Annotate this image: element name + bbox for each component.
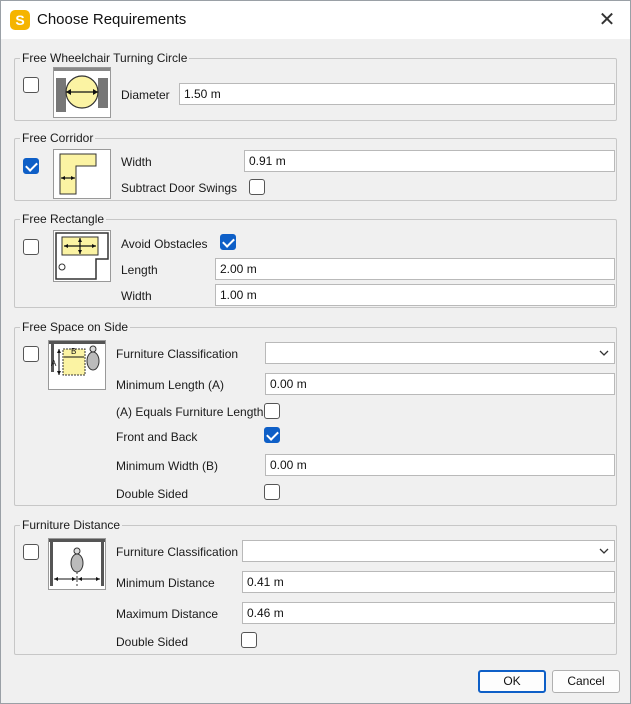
avoid-obstacles-label: Avoid Obstacles [121,237,208,251]
side-space-illustration: A B [48,340,106,390]
max-distance-input[interactable]: 0.46 m [242,602,615,624]
rectangle-enable-checkbox[interactable] [23,239,39,255]
distance-enable-checkbox[interactable] [23,544,39,560]
rectangle-width-label: Width [121,289,152,303]
diameter-input[interactable]: 1.50 m [179,83,615,105]
equals-furniture-length-checkbox[interactable] [264,403,280,419]
corridor-width-input[interactable]: 0.91 m [244,150,615,172]
title-bar: S Choose Requirements ✕ [1,1,630,39]
group-legend-side: Free Space on Side [20,320,131,334]
side-furniture-classification-label: Furniture Classification [116,347,239,361]
group-legend-distance: Furniture Distance [20,518,123,532]
distance-furniture-classification-label: Furniture Classification [116,545,239,559]
side-illus-a-label: A [51,359,57,368]
group-free-space-side: Free Space on Side A B Furniture Classif… [14,320,617,506]
min-distance-label: Minimum Distance [116,576,215,590]
group-legend-wheelchair: Free Wheelchair Turning Circle [20,51,190,65]
side-min-width-input[interactable]: 0.00 m [265,454,615,476]
side-double-sided-label: Double Sided [116,487,189,501]
group-legend-corridor: Free Corridor [20,131,96,145]
front-and-back-label: Front and Back [116,430,198,444]
subtract-door-swings-label: Subtract Door Swings [121,181,238,195]
side-min-length-input[interactable]: 0.00 m [265,373,615,395]
dialog-title: Choose Requirements [37,11,187,28]
choose-requirements-dialog: S Choose Requirements ✕ Free Wheelchair … [0,0,631,704]
chevron-down-icon [598,346,610,363]
cancel-button[interactable]: Cancel [552,670,620,693]
group-free-corridor: Free Corridor Width 0.91 m Subtract Door… [14,131,617,201]
corridor-enable-checkbox[interactable] [23,158,39,174]
distance-double-sided-checkbox[interactable] [241,632,257,648]
rectangle-length-label: Length [121,263,158,277]
chevron-down-icon [598,544,610,561]
corridor-width-label: Width [121,155,152,169]
avoid-obstacles-checkbox[interactable] [220,234,236,250]
rectangle-length-input[interactable]: 2.00 m [215,258,615,280]
side-enable-checkbox[interactable] [23,346,39,362]
diameter-label: Diameter [121,88,170,102]
side-illus-b-label: B [71,347,76,356]
close-button[interactable]: ✕ [592,6,622,34]
wheelchair-enable-checkbox[interactable] [23,77,39,93]
equals-furniture-length-label: (A) Equals Furniture Length [116,405,264,419]
distance-double-sided-label: Double Sided [116,635,189,649]
group-free-rectangle: Free Rectangle Avoid Obstacles Length 2.… [14,212,617,308]
side-min-width-label: Minimum Width (B) [116,459,219,473]
group-wheelchair-circle: Free Wheelchair Turning Circle Diameter … [14,51,617,121]
wheelchair-circle-illustration [53,67,111,118]
group-furniture-distance: Furniture Distance Furniture Classificat… [14,518,617,655]
side-min-length-label: Minimum Length (A) [116,378,225,392]
ok-button[interactable]: OK [478,670,546,693]
max-distance-label: Maximum Distance [116,607,219,621]
subtract-door-swings-checkbox[interactable] [249,179,265,195]
side-furniture-classification-select[interactable] [265,342,615,364]
rectangle-illustration [53,230,111,282]
corridor-illustration [53,149,111,199]
front-and-back-checkbox[interactable] [264,427,280,443]
app-logo-icon: S [10,10,30,30]
min-distance-input[interactable]: 0.41 m [242,571,615,593]
rectangle-width-input[interactable]: 1.00 m [215,284,615,306]
distance-furniture-classification-select[interactable] [242,540,615,562]
furniture-distance-illustration [48,538,106,590]
group-legend-rectangle: Free Rectangle [20,212,107,226]
side-double-sided-checkbox[interactable] [264,484,280,500]
